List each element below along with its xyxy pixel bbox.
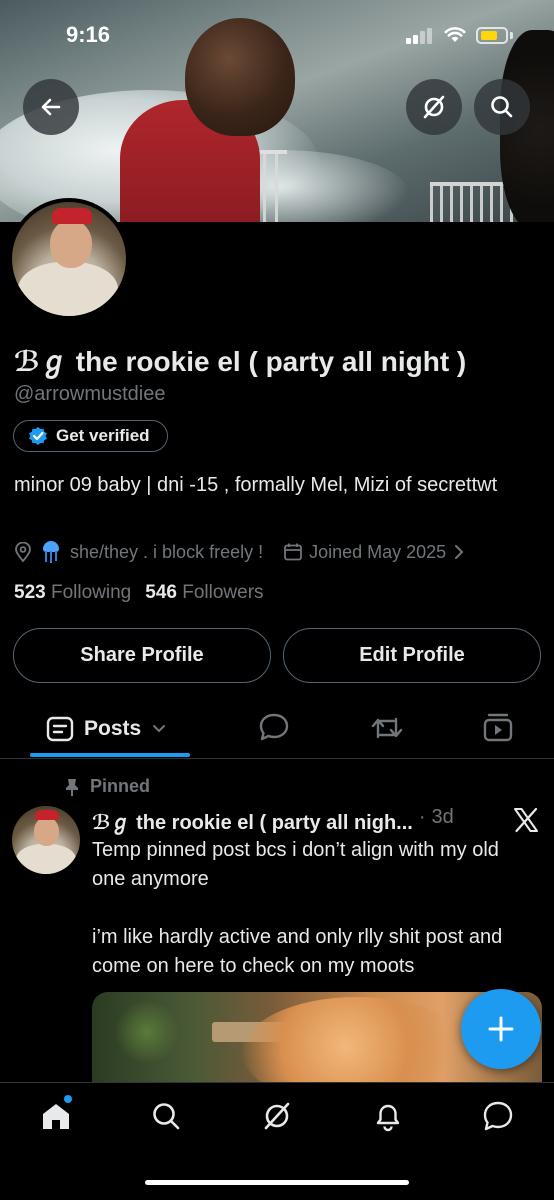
get-verified-label: Get verified	[56, 426, 150, 445]
battery-nub	[510, 32, 513, 39]
search-icon	[491, 96, 513, 118]
get-verified-button[interactable]: Get verified	[13, 420, 168, 452]
following-link[interactable]: 523 Following	[14, 582, 131, 604]
tab-posts-label: Posts	[84, 717, 142, 740]
plus-icon	[488, 1016, 514, 1042]
followers-link[interactable]: 546 Followers	[145, 582, 263, 604]
joined-date: Joined May 2025	[309, 541, 447, 562]
nav-notifications[interactable]	[368, 1096, 408, 1136]
posts-icon	[46, 716, 74, 742]
pinned-indicator: Pinned	[64, 776, 150, 797]
profile-avatar[interactable]	[12, 202, 126, 316]
battery-icon	[476, 27, 508, 44]
repost-icon	[371, 717, 403, 739]
display-name: ℬℊ the rookie el ( party all night )	[14, 346, 467, 377]
post-separator: ·	[418, 806, 426, 828]
active-tab-indicator	[30, 753, 190, 757]
status-time: 9:16	[66, 22, 111, 47]
home-icon	[43, 1104, 69, 1129]
chevron-down-icon	[153, 725, 166, 733]
pin-icon	[66, 778, 78, 796]
search-icon	[153, 1103, 180, 1130]
nav-home[interactable]	[36, 1095, 76, 1136]
edit-profile-button[interactable]: Edit Profile	[283, 628, 541, 683]
nav-grok[interactable]	[257, 1096, 297, 1136]
back-button[interactable]	[23, 79, 79, 135]
notification-dot	[64, 1095, 72, 1103]
home-indicator	[145, 1180, 409, 1185]
bio: minor 09 baby | dni -15 , formally Mel, …	[14, 474, 498, 496]
location-icon	[15, 542, 31, 562]
banner-person-head	[185, 18, 295, 136]
post-text-paragraph: Temp pinned post bcs i don’t align with …	[92, 839, 499, 890]
message-icon	[483, 1101, 513, 1131]
tab-reposts[interactable]	[370, 714, 404, 747]
x-logo-icon[interactable]	[513, 807, 539, 833]
post-text: Temp pinned post bcs i don’t align with …	[92, 836, 532, 981]
pinned-label: Pinned	[90, 776, 151, 796]
post-time: 3d	[431, 806, 454, 828]
bell-icon	[376, 1104, 400, 1132]
handle: @arrowmustdiee	[14, 383, 166, 405]
nav-messages[interactable]	[478, 1096, 518, 1136]
cellular-signal-icon	[406, 28, 436, 44]
following-label: Following	[50, 582, 132, 603]
followers-label: Followers	[182, 582, 264, 603]
nav-search[interactable]	[146, 1096, 186, 1136]
reply-icon	[259, 713, 289, 741]
post-author[interactable]: ℬℊ the rookie el ( party all nigh...	[92, 806, 413, 835]
compose-post-button[interactable]	[461, 989, 541, 1069]
grok-icon	[264, 1102, 290, 1130]
post-header: ℬℊ the rookie el ( party all nigh... · 3…	[92, 806, 472, 835]
tab-media[interactable]	[482, 712, 514, 747]
profile-meta-row: she/they . i block freely ! Joined May 2…	[14, 540, 466, 564]
tab-posts[interactable]: Posts	[46, 712, 167, 746]
following-count: 523	[14, 582, 46, 603]
followers-count: 546	[145, 582, 177, 603]
chevron-right-icon[interactable]	[452, 543, 466, 561]
jellyfish-emoji-icon	[42, 541, 60, 563]
profile-tabs: Posts	[0, 700, 554, 759]
share-profile-button[interactable]: Share Profile	[13, 628, 271, 683]
post-avatar[interactable]	[12, 806, 80, 874]
post-text-paragraph: i’m like hardly active and only rlly shi…	[92, 926, 503, 977]
wifi-icon	[444, 27, 466, 42]
calendar-icon	[284, 543, 302, 561]
follow-stats: 523 Following 546 Followers	[14, 582, 264, 604]
tab-replies[interactable]	[258, 712, 290, 747]
grok-icon	[423, 95, 445, 119]
media-icon	[483, 713, 513, 742]
location-text: she/they . i block freely !	[70, 541, 264, 562]
grok-button[interactable]	[406, 79, 462, 135]
verified-badge-icon	[29, 427, 47, 445]
search-button[interactable]	[474, 79, 530, 135]
arrow-left-icon	[41, 98, 61, 116]
